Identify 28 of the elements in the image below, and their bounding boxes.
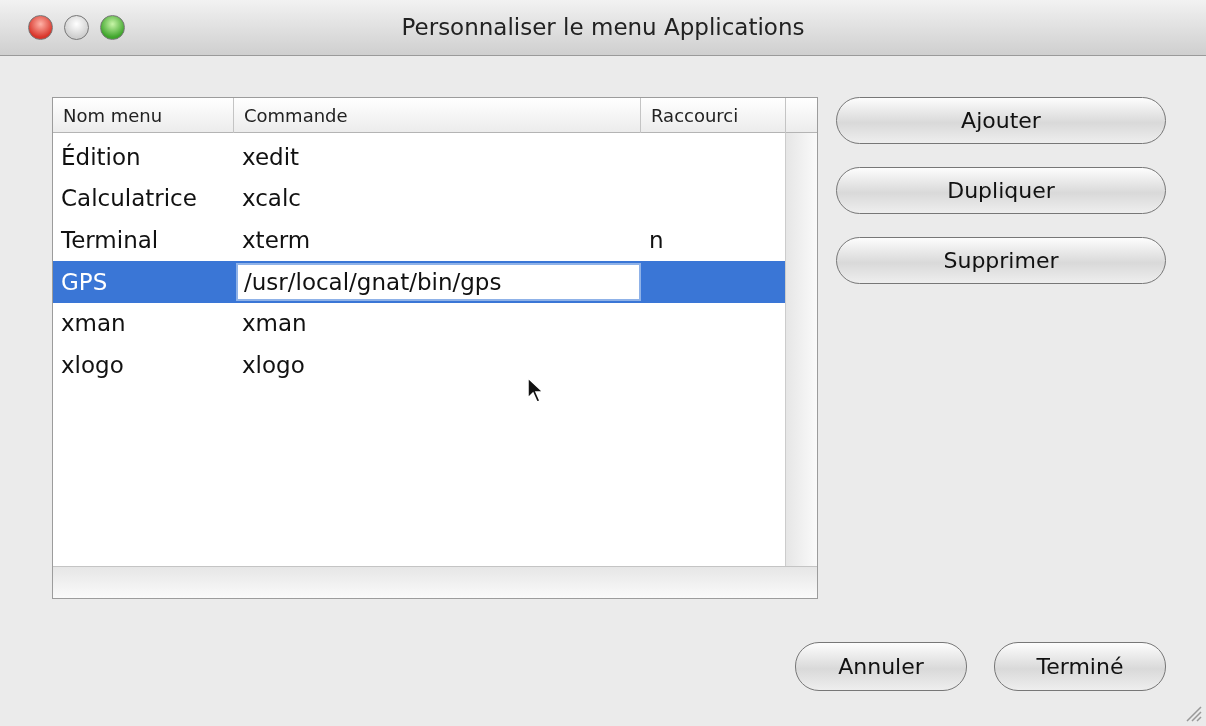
table-cell: xterm	[242, 226, 311, 253]
table-cell: GPS	[61, 268, 108, 295]
close-button[interactable]	[28, 15, 53, 40]
table-cell: xman	[61, 310, 126, 337]
table-cell: xlogo	[61, 352, 124, 379]
vertical-scrollbar[interactable]	[785, 133, 817, 566]
action-button[interactable]: Dupliquer	[836, 167, 1166, 214]
table-cell: xman	[242, 310, 307, 337]
table-cell: Édition	[61, 143, 141, 170]
command-input-field[interactable]: /usr/local/gnat/bin/gps	[236, 262, 641, 301]
table-cell: Terminal	[61, 226, 159, 253]
table-cell: n	[649, 226, 664, 253]
column-header[interactable]: Raccourci	[641, 98, 786, 133]
table-cell: xcalc	[242, 185, 301, 212]
window-title: Personnaliser le menu Applications	[400, 13, 806, 43]
dialog-button[interactable]: Annuler	[795, 642, 967, 691]
action-button[interactable]: Supprimer	[836, 237, 1166, 284]
dialog-button[interactable]: Terminé	[994, 642, 1166, 691]
selected-row-highlight[interactable]: GPS /usr/local/gnat/bin/gps	[53, 261, 785, 303]
column-header[interactable]: Nom menu	[53, 98, 234, 133]
column-header[interactable]: Commande	[234, 98, 641, 133]
action-button[interactable]: Ajouter	[836, 97, 1166, 144]
table-cell: xlogo	[242, 352, 305, 379]
table-cell: Calculatrice	[61, 185, 197, 212]
horizontal-scrollbar[interactable]	[53, 566, 817, 598]
zoom-button[interactable]	[100, 15, 125, 40]
table-cell: xedit	[242, 143, 300, 170]
minimize-button[interactable]	[64, 15, 89, 40]
